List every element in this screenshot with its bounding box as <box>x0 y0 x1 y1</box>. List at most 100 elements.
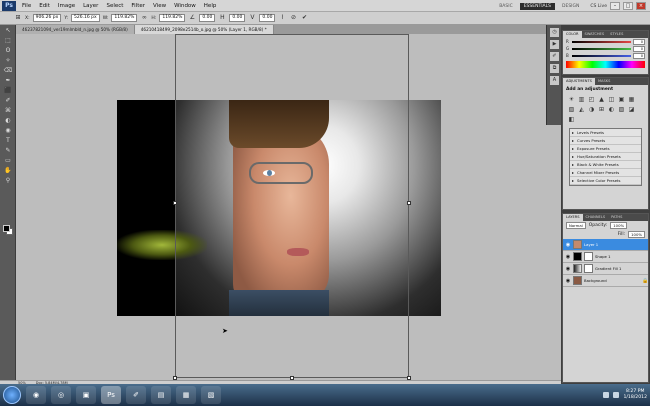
cs-live-button[interactable]: CS Live <box>590 4 607 9</box>
hand-tool-icon[interactable]: ✋ <box>2 166 14 175</box>
eyedropper-tool-icon[interactable]: ✒ <box>2 76 14 85</box>
opacity-field[interactable]: 100% <box>610 222 628 229</box>
brightness-icon[interactable]: ☀ <box>568 96 575 103</box>
layer-row[interactable]: ◉ Background 🔒 <box>563 275 648 287</box>
y-field[interactable]: 526.16 px <box>70 14 100 22</box>
preset-item[interactable]: Hue/Saturation Presets <box>570 153 641 161</box>
threshold-icon[interactable]: ▨ <box>618 106 625 113</box>
menu-view[interactable]: View <box>149 3 170 9</box>
preset-item[interactable]: Channel Mixer Presets <box>570 169 641 177</box>
crop-tool-icon[interactable]: ⌫ <box>2 66 14 75</box>
preset-item[interactable]: Selective Color Presets <box>570 177 641 185</box>
x-field[interactable]: 906.26 px <box>32 14 62 22</box>
visibility-eye-icon[interactable]: ◉ <box>565 266 571 272</box>
link-icon[interactable]: ∞ <box>140 14 148 22</box>
green-value[interactable]: 0 <box>633 45 645 52</box>
curves-icon[interactable]: ◰ <box>588 96 595 103</box>
taskbar-photoshop-icon[interactable]: Ps <box>101 386 121 404</box>
workspace-design[interactable]: DESIGN <box>558 3 583 10</box>
photo-filter-icon[interactable]: ◭ <box>578 106 585 113</box>
tab-adjustments[interactable]: ADJUSTMENTS <box>563 78 595 85</box>
type-tool-icon[interactable]: T <box>2 136 14 145</box>
document-tab-1[interactable]: 46237821094_ver19mlmbld_n.jpg @ 50% (RGB… <box>16 25 135 34</box>
layer-row[interactable]: ◉ Gradient Fill 1 <box>563 263 648 275</box>
selective-color-icon[interactable]: ◧ <box>568 116 575 123</box>
taskbar-app-icon[interactable]: ▣ <box>76 386 96 404</box>
move-tool-icon[interactable]: ↖ <box>2 26 14 35</box>
visibility-eye-icon[interactable]: ◉ <box>565 242 571 248</box>
vibrance-icon[interactable]: ◫ <box>608 96 615 103</box>
shape-tool-icon[interactable]: ▭ <box>2 156 14 165</box>
transform-handle-right[interactable] <box>407 201 411 205</box>
transform-handle-left[interactable] <box>173 201 177 205</box>
taskbar-app-icon[interactable]: ▧ <box>201 386 221 404</box>
blue-value[interactable]: 0 <box>633 52 645 59</box>
eraser-tool-icon[interactable]: ◐ <box>2 116 14 125</box>
minimize-button[interactable]: – <box>610 2 620 10</box>
reference-point-icon[interactable]: ⊞ <box>14 14 22 22</box>
clone-source-icon[interactable]: ⧉ <box>550 64 559 73</box>
taskbar-app-icon[interactable]: ▤ <box>151 386 171 404</box>
preset-item[interactable]: Exposure Presets <box>570 145 641 153</box>
volume-icon[interactable] <box>613 392 620 398</box>
brush-presets-icon[interactable]: ✐ <box>550 52 559 61</box>
menu-help[interactable]: Help <box>200 3 221 9</box>
taskbar-app-icon[interactable]: ✐ <box>126 386 146 404</box>
color-spectrum[interactable] <box>566 61 645 68</box>
tab-layers[interactable]: LAYERS <box>563 214 583 221</box>
menu-window[interactable]: Window <box>170 3 200 9</box>
channel-mixer-icon[interactable]: ◑ <box>588 106 595 113</box>
visibility-eye-icon[interactable]: ◉ <box>565 278 571 284</box>
color-balance-icon[interactable]: ▦ <box>628 96 635 103</box>
blue-slider[interactable] <box>572 54 631 57</box>
network-icon[interactable] <box>603 392 610 398</box>
visibility-eye-icon[interactable]: ◉ <box>565 254 571 260</box>
quick-select-tool-icon[interactable]: ✧ <box>2 56 14 65</box>
clock[interactable]: 8:27 PM 1/18/2012 <box>623 389 647 401</box>
taskbar-app-icon[interactable]: ▦ <box>176 386 196 404</box>
commit-transform-icon[interactable]: ✔ <box>300 14 308 22</box>
taskbar-app-icon[interactable]: ◉ <box>26 386 46 404</box>
preset-item[interactable]: Curves Presets <box>570 137 641 145</box>
tab-paths[interactable]: PATHS <box>608 214 625 221</box>
blend-mode-select[interactable]: Normal <box>566 222 586 229</box>
gradient-tool-icon[interactable]: ◉ <box>2 126 14 135</box>
invert-icon[interactable]: ⊞ <box>598 106 605 113</box>
tab-masks[interactable]: MASKS <box>595 78 613 85</box>
menu-select[interactable]: Select <box>102 3 127 9</box>
brush-tool-icon[interactable]: ✐ <box>2 96 14 105</box>
fill-field[interactable]: 100% <box>628 231 645 238</box>
free-transform-box[interactable] <box>173 34 411 380</box>
marquee-tool-icon[interactable]: ⬚ <box>2 36 14 45</box>
actions-icon[interactable]: ▶ <box>550 40 559 49</box>
angle-field[interactable]: 0.00 <box>199 14 216 22</box>
warp-icon[interactable]: ⌇ <box>278 14 286 22</box>
layer-row[interactable]: ◉ Shape 1 <box>563 251 648 263</box>
height-field[interactable]: 119.82% <box>159 14 186 22</box>
foreground-color-swatch[interactable] <box>3 225 10 232</box>
workspace-basic[interactable]: BASIC <box>495 3 517 10</box>
canvas-area[interactable]: ➤ <box>16 34 561 380</box>
levels-icon[interactable]: ▥ <box>578 96 585 103</box>
character-icon[interactable]: A <box>550 76 559 85</box>
zoom-tool-icon[interactable]: ⚲ <box>2 176 14 185</box>
red-slider[interactable] <box>572 40 631 43</box>
tab-styles[interactable]: STYLES <box>607 31 626 38</box>
menu-filter[interactable]: Filter <box>127 3 149 9</box>
healing-tool-icon[interactable]: ⬛ <box>2 86 14 95</box>
maximize-button[interactable]: □ <box>623 2 633 10</box>
green-slider[interactable] <box>572 47 631 50</box>
cancel-transform-icon[interactable]: ⊘ <box>289 14 297 22</box>
vskew-field[interactable]: 0.00 <box>259 14 276 22</box>
document-tab-2[interactable]: 46210418499_2098e2514b_o.jpg @ 50% (Laye… <box>134 25 274 34</box>
lasso-tool-icon[interactable]: ʘ <box>2 46 14 55</box>
preset-item[interactable]: Levels Presets <box>570 129 641 137</box>
taskbar-app-icon[interactable]: ◎ <box>51 386 71 404</box>
workspace-essentials[interactable]: ESSENTIALS <box>519 2 556 10</box>
tab-swatches[interactable]: SWATCHES <box>582 31 608 38</box>
clone-stamp-tool-icon[interactable]: ⌘ <box>2 106 14 115</box>
black-white-icon[interactable]: ▧ <box>568 106 575 113</box>
menu-image[interactable]: Image <box>54 3 79 9</box>
layer-row[interactable]: ◉ Layer 1 <box>563 239 648 251</box>
menu-file[interactable]: File <box>18 3 35 9</box>
